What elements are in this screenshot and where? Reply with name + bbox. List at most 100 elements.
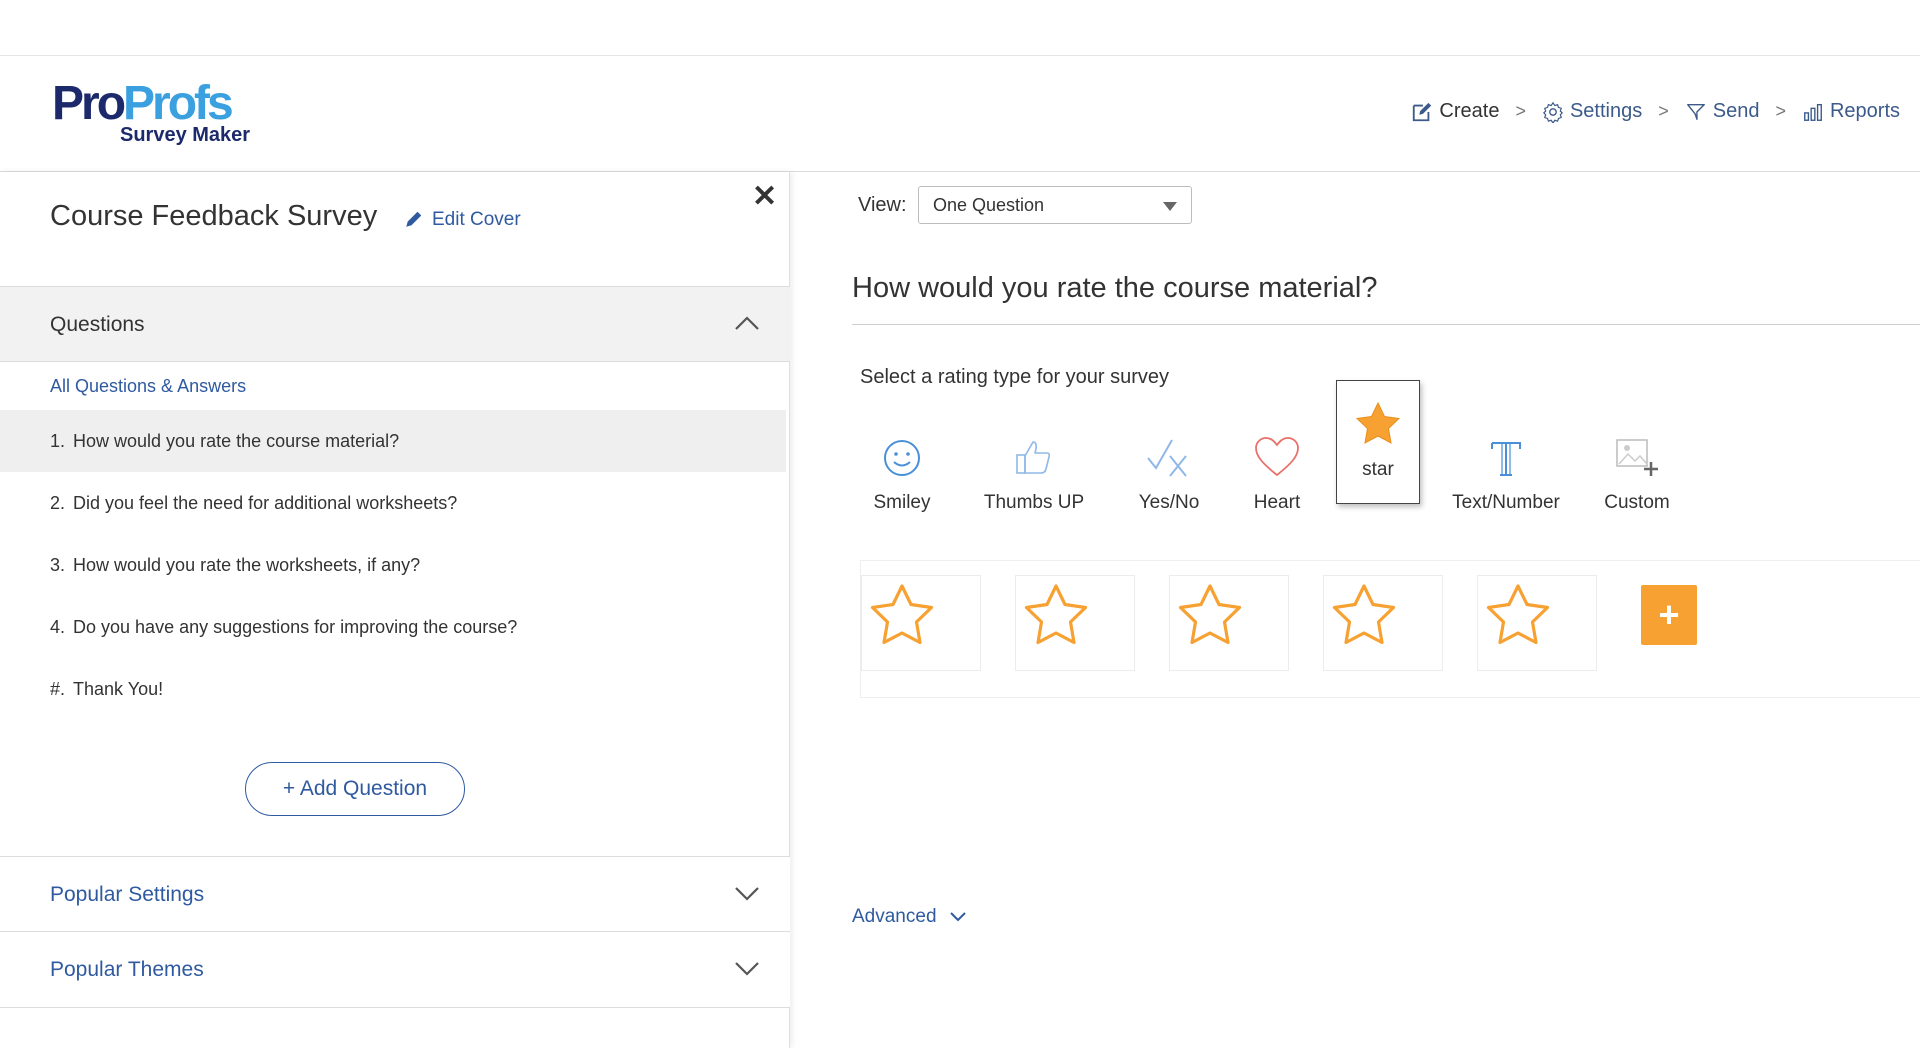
all-questions-answers-link[interactable]: All Questions & Answers	[50, 376, 246, 397]
send-icon	[1686, 103, 1705, 120]
rating-type-text-number[interactable]: Text/Number	[1436, 408, 1576, 532]
question-title[interactable]: How would you rate the course material?	[852, 272, 1377, 305]
chevron-down-icon	[735, 962, 759, 976]
edit-cover-link[interactable]: Edit Cover	[404, 209, 521, 231]
question-number: 2.	[50, 492, 66, 513]
question-number: #.	[50, 678, 66, 699]
bar-chart-icon	[1804, 103, 1822, 121]
divider	[852, 324, 1920, 325]
app-header: ProProfs Survey Maker Create > Settings …	[0, 56, 1920, 172]
star-outline-icon	[870, 584, 934, 645]
rating-type-label: star	[1362, 459, 1394, 480]
chevron-down-icon	[735, 887, 759, 901]
nav-create-label: Create	[1439, 100, 1500, 122]
advanced-label: Advanced	[852, 906, 937, 927]
yes-no-icon	[1146, 408, 1192, 478]
browser-top-strip	[0, 0, 1920, 56]
popular-themes-label: Popular Themes	[50, 958, 204, 981]
star-outline-icon	[1024, 584, 1088, 645]
question-text: Did you feel the need for additional wor…	[73, 492, 458, 513]
questions-header-label: Questions	[50, 313, 145, 336]
pencil-icon	[406, 211, 422, 227]
add-star-button[interactable]: +	[1641, 585, 1697, 645]
question-text: How would you rate the course material?	[73, 430, 400, 451]
proprofs-logo[interactable]: ProProfs Survey Maker	[52, 80, 262, 150]
survey-title: Course Feedback Survey	[50, 200, 378, 232]
text-number-icon	[1489, 408, 1523, 478]
question-item-1[interactable]: 1. How would you rate the course materia…	[0, 410, 786, 472]
logo-subtitle: Survey Maker	[120, 124, 251, 146]
advanced-toggle[interactable]: Advanced	[852, 906, 967, 928]
nav-send-label: Send	[1712, 100, 1760, 122]
star-outline-icon	[1486, 584, 1550, 645]
question-item-3[interactable]: 3. How would you rate the worksheets, if…	[0, 534, 786, 596]
nav-send[interactable]: Send	[1685, 100, 1760, 123]
rating-type-label: Thumbs UP	[983, 492, 1085, 513]
chevron-down-icon	[949, 912, 966, 922]
star-option-1[interactable]	[861, 575, 981, 671]
rating-type-label: Yes/No	[1138, 492, 1200, 513]
question-list: 1. How would you rate the course materia…	[0, 410, 786, 720]
edit-icon	[1413, 102, 1432, 121]
questions-section-header[interactable]: Questions	[0, 286, 790, 362]
smiley-icon	[882, 408, 922, 478]
question-item-4[interactable]: 4. Do you have any suggestions for impro…	[0, 596, 786, 658]
nav-settings-label: Settings	[1569, 100, 1643, 122]
question-text: How would you rate the worksheets, if an…	[73, 554, 421, 575]
nav-separator: >	[1515, 101, 1526, 121]
rating-type-label: Heart	[1253, 492, 1301, 513]
heart-icon	[1254, 408, 1300, 478]
rating-type-thumbs-up[interactable]: Thumbs UP	[964, 408, 1104, 532]
rating-type-yes-no[interactable]: Yes/No	[1114, 408, 1224, 532]
question-item-2[interactable]: 2. Did you feel the need for additional …	[0, 472, 786, 534]
close-sidebar-button[interactable]: ✕	[752, 182, 777, 212]
popular-themes-section-header[interactable]: Popular Themes	[0, 932, 790, 1008]
gear-icon	[1542, 101, 1563, 123]
nav-separator: >	[1658, 101, 1669, 121]
logo-wordmark: ProProfs	[52, 80, 262, 128]
rating-type-label: Smiley	[873, 492, 931, 513]
star-outline-icon	[1332, 584, 1396, 645]
popular-settings-label: Popular Settings	[50, 883, 205, 906]
edit-cover-label: Edit Cover	[432, 209, 521, 230]
rating-type-star[interactable]: star	[1336, 380, 1420, 504]
thumbs-up-icon	[1013, 408, 1055, 478]
rating-type-label: Text/Number	[1452, 492, 1560, 513]
question-number: 1.	[50, 430, 66, 451]
custom-image-icon	[1615, 408, 1659, 478]
rating-type-custom[interactable]: Custom	[1582, 408, 1692, 532]
nav-settings[interactable]: Settings	[1542, 100, 1642, 123]
view-mode-select[interactable]: One Question	[918, 186, 1192, 224]
star-scale-preview: +	[860, 560, 1920, 698]
popular-settings-section-header[interactable]: Popular Settings	[0, 856, 790, 932]
rating-type-smiley[interactable]: Smiley	[852, 408, 952, 532]
question-item-thank-you[interactable]: #. Thank You!	[0, 658, 786, 720]
rating-type-label: Custom	[1604, 492, 1670, 513]
survey-sidebar: Course Feedback Survey Edit Cover ✕ Ques…	[0, 172, 790, 1048]
caret-down-icon	[1163, 202, 1177, 211]
top-nav: Create > Settings > Send > Reports	[1411, 100, 1900, 123]
view-label: View:	[858, 194, 907, 216]
question-text: Do you have any suggestions for improvin…	[73, 616, 518, 637]
nav-separator: >	[1775, 101, 1786, 121]
star-outline-icon	[1178, 584, 1242, 645]
question-text: Thank You!	[73, 678, 164, 699]
star-option-2[interactable]	[1015, 575, 1135, 671]
star-option-3[interactable]	[1169, 575, 1289, 671]
chevron-up-icon	[735, 316, 759, 330]
star-icon	[1355, 381, 1401, 445]
question-editor: View: One Question How would you rate th…	[792, 172, 1920, 1048]
nav-create[interactable]: Create	[1411, 100, 1499, 123]
nav-reports[interactable]: Reports	[1802, 100, 1900, 123]
rating-type-heart[interactable]: Heart	[1232, 408, 1322, 532]
logo-profs: Profs	[123, 77, 234, 130]
star-option-4[interactable]	[1323, 575, 1443, 671]
add-question-button[interactable]: + Add Question	[245, 762, 465, 816]
question-number: 4.	[50, 616, 66, 637]
nav-reports-label: Reports	[1829, 100, 1900, 122]
question-number: 3.	[50, 554, 66, 575]
rating-type-prompt: Select a rating type for your survey	[860, 366, 1170, 388]
view-mode-value: One Question	[933, 194, 1045, 215]
logo-pro: Pro	[52, 77, 126, 130]
star-option-5[interactable]	[1477, 575, 1597, 671]
